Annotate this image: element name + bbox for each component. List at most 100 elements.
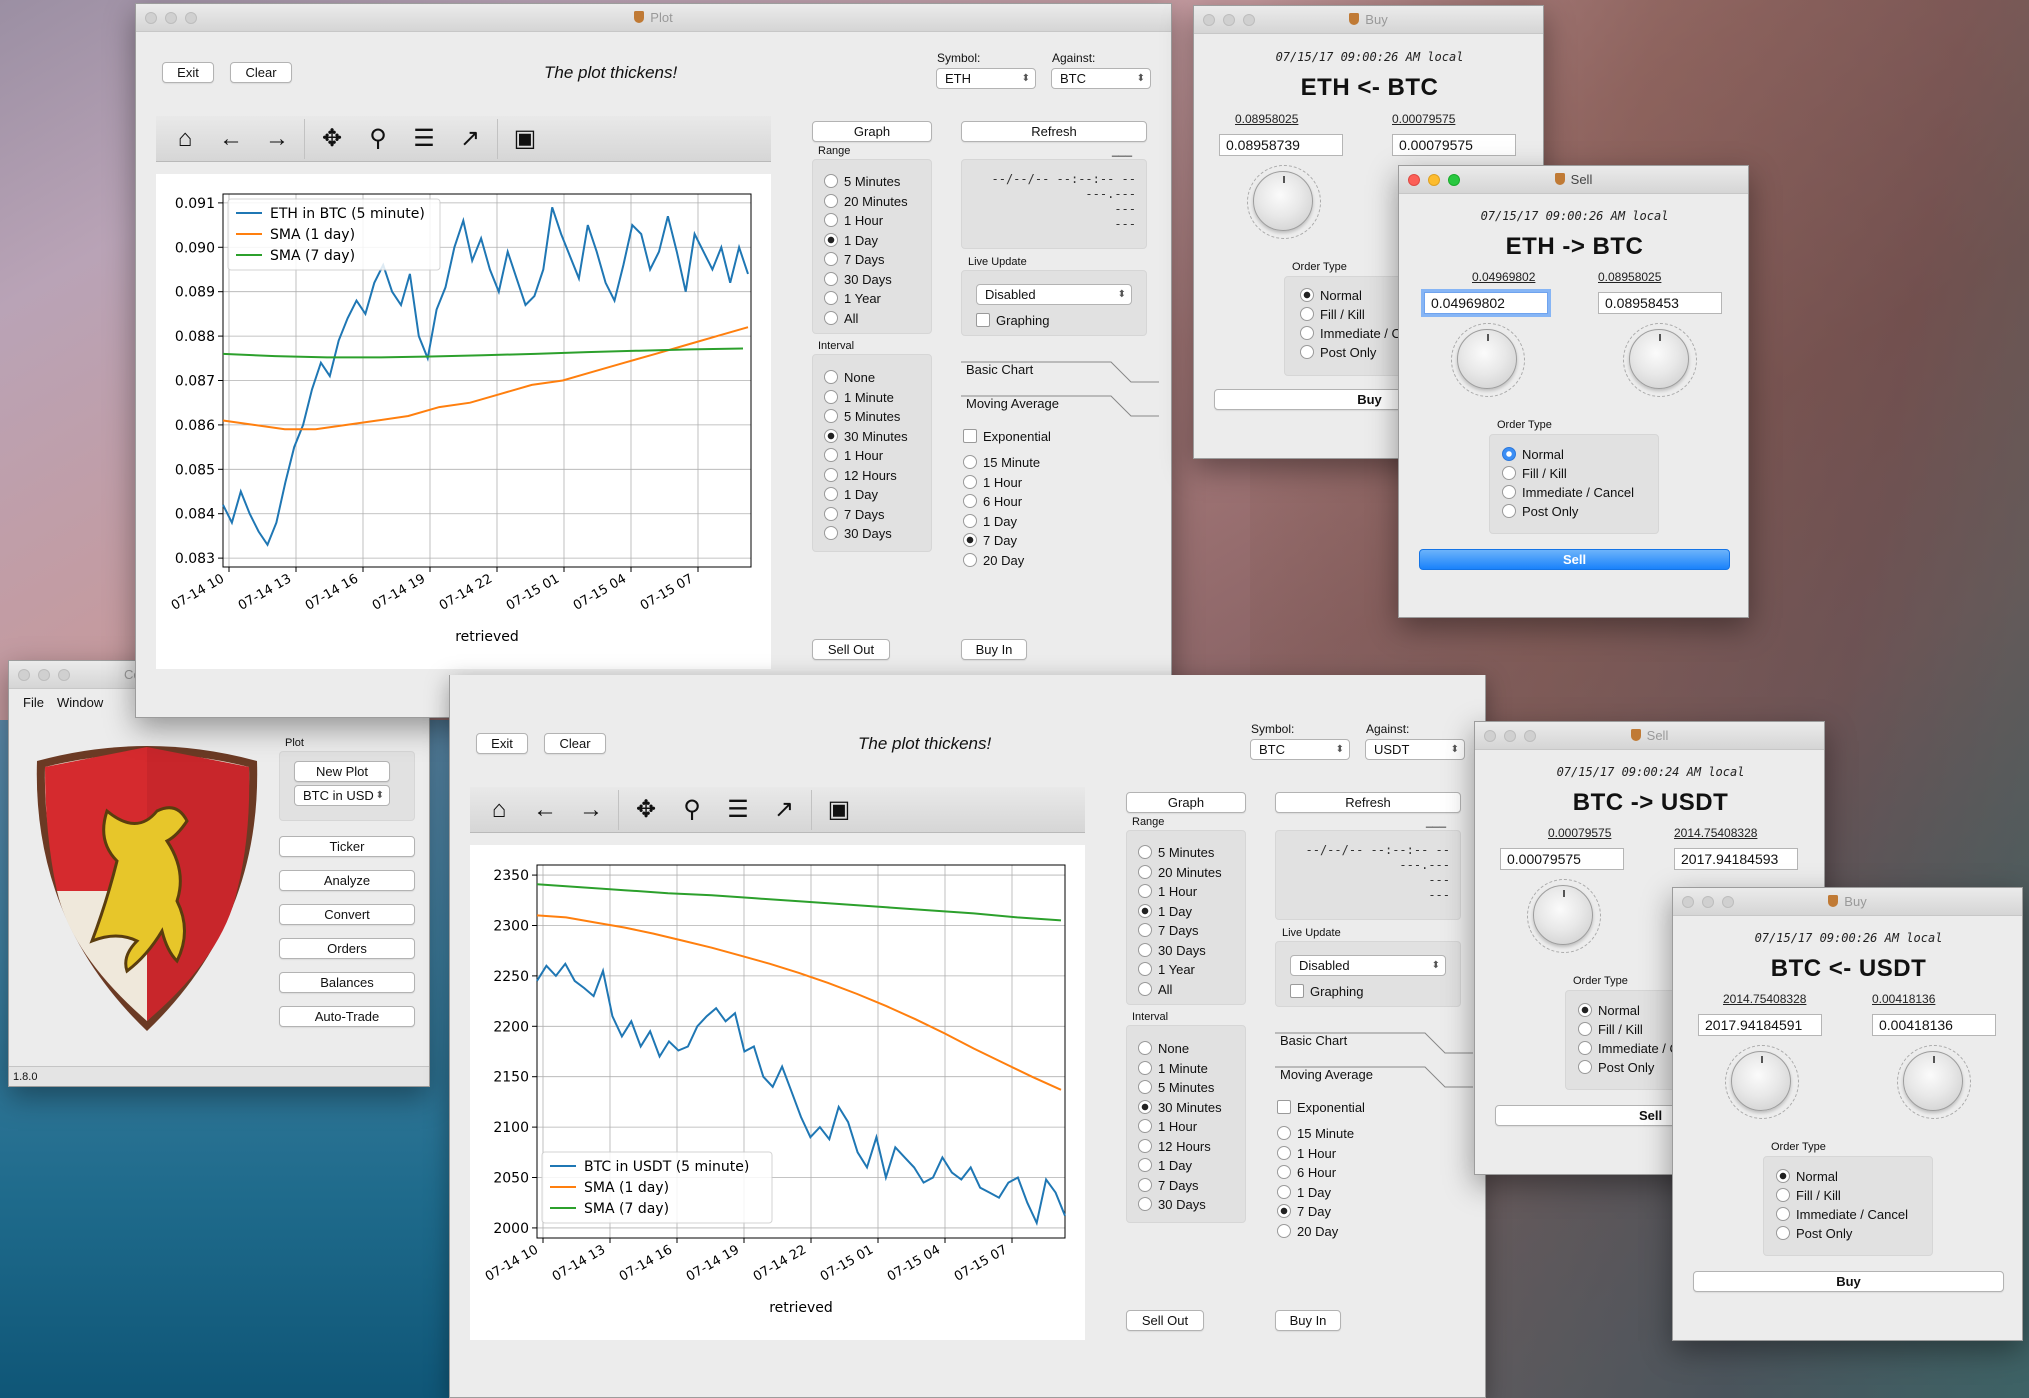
ma-period-1-hour[interactable]: 1 Hour [963,475,1022,491]
graphing-checkbox[interactable]: Graphing [976,313,1049,328]
amount-field-1[interactable]: 0.00079575 [1500,848,1624,870]
range-5-minutes[interactable]: 5 Minutes [824,174,900,190]
ticker-button[interactable]: Ticker [279,836,415,857]
balances-button[interactable]: Balances [279,972,415,993]
ma-period-1-day[interactable]: 1 Day [1277,1185,1331,1201]
range-1-day[interactable]: 1 Day [1138,904,1192,920]
interval-30-minutes[interactable]: 30 Minutes [824,429,908,445]
order-type-immediate-cancel[interactable]: Immediate / Cancel [1502,485,1634,501]
range-30-days[interactable]: 30 Days [824,272,892,288]
ma-period-7-day[interactable]: 7 Day [963,533,1017,549]
exit-button[interactable]: Exit [476,733,528,754]
order-type-normal[interactable]: Normal [1776,1169,1838,1185]
clear-button[interactable]: Clear [230,62,292,83]
rate-link-1[interactable]: 0.00079575 [1548,826,1611,840]
interval-1-day[interactable]: 1 Day [824,487,878,503]
sell-button[interactable]: Sell [1419,549,1730,570]
forward-arrow-icon[interactable]: → [568,787,614,833]
minimize-icon[interactable] [1504,730,1516,742]
graph-button[interactable]: Graph [812,121,932,142]
range-7-days[interactable]: 7 Days [824,252,884,268]
order-type-fill-kill[interactable]: Fill / Kill [1578,1022,1643,1038]
buy-in-button[interactable]: Buy In [961,639,1027,660]
amount-knob-2[interactable] [1897,1045,1971,1119]
pan-icon[interactable]: ✥ [623,787,669,833]
orders-button[interactable]: Orders [279,938,415,959]
interval-1-minute[interactable]: 1 Minute [824,390,894,406]
save-icon[interactable]: ▣ [816,787,862,833]
ma-period-1-day[interactable]: 1 Day [963,514,1017,530]
graph-button[interactable]: Graph [1126,792,1246,813]
rate-link-2[interactable]: 0.08958025 [1598,270,1661,284]
amount-knob-2[interactable] [1623,323,1697,397]
range-5-minutes[interactable]: 5 Minutes [1138,845,1214,861]
order-type-normal[interactable]: Normal [1578,1003,1640,1019]
amount-knob-1[interactable] [1247,165,1321,239]
amount-field-2[interactable]: 0.00418136 [1872,1014,1996,1036]
interval-none[interactable]: None [1138,1041,1189,1057]
price-chart[interactable]: 07-14 10 07-14 13 07-14 16 07-14 19 07-14 22… [470,845,1085,1340]
order-type-fill-kill[interactable]: Fill / Kill [1776,1188,1841,1204]
close-icon[interactable] [1484,730,1496,742]
ma-period-15-minute[interactable]: 15 Minute [1277,1126,1354,1142]
ma-period-6-hour[interactable]: 6 Hour [1277,1165,1336,1181]
zoom-icon[interactable] [1524,730,1536,742]
rate-link-1[interactable]: 2014.75408328 [1723,992,1806,1006]
refresh-button[interactable]: Refresh [961,121,1147,142]
amount-field-2[interactable]: 0.00079575 [1392,134,1516,156]
zoom-icon[interactable] [1243,14,1255,26]
live-update-select[interactable]: Disabled [976,284,1132,305]
pan-icon[interactable]: ✥ [309,116,355,162]
order-type-immediate-cancel[interactable]: Immediate / Cancel [1776,1207,1908,1223]
configure-icon[interactable]: ☰ [401,116,447,162]
order-type-post-only[interactable]: Post Only [1502,504,1578,520]
plot-select[interactable]: BTC in USD [294,785,390,806]
chart-area[interactable]: 07-14 10 07-14 13 07-14 16 07-14 19 07-14 22… [156,174,771,669]
interval-12-hours[interactable]: 12 Hours [824,468,897,484]
range-20-minutes[interactable]: 20 Minutes [824,194,908,210]
order-type-post-only[interactable]: Post Only [1578,1060,1654,1076]
rate-link-1[interactable]: 0.08958025 [1235,112,1298,126]
ma-period-6-hour[interactable]: 6 Hour [963,494,1022,510]
order-type-post-only[interactable]: Post Only [1300,345,1376,361]
symbol-select[interactable]: BTC [1250,739,1350,760]
order-type-normal[interactable]: Normal [1502,447,1564,463]
range-all[interactable]: All [824,311,858,327]
close-icon[interactable] [1203,14,1215,26]
amount-field-1[interactable]: 0.04969802 [1421,289,1551,317]
close-icon[interactable] [1682,896,1694,908]
interval-5-minutes[interactable]: 5 Minutes [1138,1080,1214,1096]
zoom-icon[interactable]: ⚲ [669,787,715,833]
order-type-fill-kill[interactable]: Fill / Kill [1300,307,1365,323]
symbol-select[interactable]: ETH [936,68,1036,89]
order-type-post-only[interactable]: Post Only [1776,1226,1852,1242]
minimize-icon[interactable] [1428,174,1440,186]
interval-30-days[interactable]: 30 Days [1138,1197,1206,1213]
amount-knob-1[interactable] [1725,1045,1799,1119]
range-1-year[interactable]: 1 Year [824,291,881,307]
zoom-icon[interactable] [58,669,70,681]
interval-30-minutes[interactable]: 30 Minutes [1138,1100,1222,1116]
order-type-fill-kill[interactable]: Fill / Kill [1502,466,1567,482]
configure-icon[interactable]: ☰ [715,787,761,833]
back-arrow-icon[interactable]: ← [522,787,568,833]
new-plot-button[interactable]: New Plot [294,761,390,782]
ma-period-20-day[interactable]: 20 Day [963,553,1024,569]
graphing-checkbox[interactable]: Graphing [1290,984,1363,999]
interval-1-minute[interactable]: 1 Minute [1138,1061,1208,1077]
convert-button[interactable]: Convert [279,904,415,925]
zoom-icon[interactable] [185,12,197,24]
price-chart[interactable]: 07-14 10 07-14 13 07-14 16 07-14 19 07-14 22… [156,174,771,669]
amount-field-2[interactable]: 0.08958453 [1598,292,1722,314]
ma-period-20-day[interactable]: 20 Day [1277,1224,1338,1240]
minimize-icon[interactable] [1702,896,1714,908]
exponential-checkbox[interactable]: Exponential [1277,1100,1365,1115]
close-icon[interactable] [18,669,30,681]
interval-7-days[interactable]: 7 Days [1138,1178,1198,1194]
clear-button[interactable]: Clear [544,733,606,754]
amount-field-2[interactable]: 2017.94184593 [1674,848,1798,870]
minimize-icon[interactable] [1223,14,1235,26]
menu-window[interactable]: Window [57,695,103,710]
range-all[interactable]: All [1138,982,1172,998]
minimize-icon[interactable] [38,669,50,681]
